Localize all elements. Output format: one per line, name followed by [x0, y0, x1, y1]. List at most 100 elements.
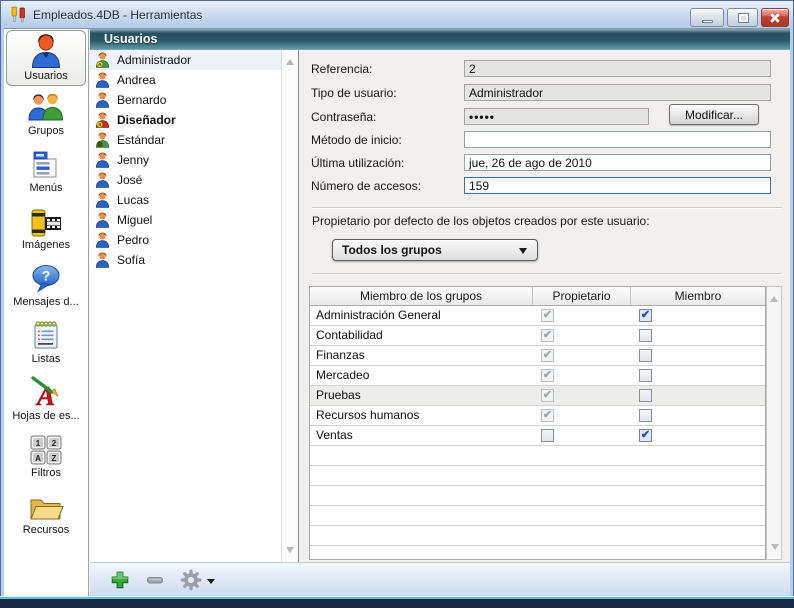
user-name: Pedro — [117, 233, 149, 247]
owner-group-dropdown[interactable]: Todos los grupos — [332, 239, 538, 261]
user-name: Lucas — [117, 193, 149, 207]
checkbox-miembro[interactable]: ✔ — [639, 309, 652, 322]
field-label: Referencia: — [311, 62, 372, 76]
field-label: Contraseña: — [311, 110, 376, 124]
remove-icon — [145, 570, 165, 593]
messages-icon: ? — [4, 257, 88, 295]
checkbox-propietario: ✔ — [541, 329, 554, 342]
remove-user-button[interactable] — [145, 570, 165, 593]
checkbox-propietario: ✔ — [541, 389, 554, 402]
sidebar-item-listas[interactable]: Listas — [4, 314, 88, 371]
group-name: Mercadeo — [310, 366, 533, 385]
user-blue-icon — [95, 232, 110, 248]
ultima-utilizacion-field[interactable]: jue, 26 de ago de 2010 — [464, 154, 771, 171]
tools-icon — [9, 6, 27, 23]
checkbox-miembro[interactable] — [639, 409, 652, 422]
sidebar-item-mensajes-d[interactable]: ?Mensajes d... — [4, 257, 88, 314]
gear-icon — [180, 569, 202, 594]
table-row-pruebas: Pruebas✔ — [310, 386, 765, 406]
svg-text:Z: Z — [52, 454, 57, 463]
window-title: Empleados.4DB - Herramientas — [33, 8, 202, 22]
groups-table-header: Miembro de los grupos Propietario Miembr… — [310, 287, 765, 306]
modificar-button[interactable]: Modificar... — [669, 104, 759, 125]
user-name: Bernardo — [117, 93, 166, 107]
checkbox-propietario[interactable] — [541, 429, 554, 442]
sidebar-item-hojas-de-es[interactable]: AHojas de es... — [4, 371, 88, 428]
actions-menu-button[interactable] — [180, 569, 215, 594]
form-row-metodo-de-inicio: Método de inicio: — [311, 131, 780, 149]
user-item-jose[interactable]: José — [90, 170, 298, 190]
user-item-administrador[interactable]: AAdministrador — [90, 50, 298, 70]
minimize-button[interactable] — [690, 8, 724, 27]
checkbox-miembro[interactable] — [639, 369, 652, 382]
metodo-de-inicio-field[interactable] — [464, 131, 771, 148]
table-row-empty — [310, 486, 765, 506]
table-row-recursos-humanos: Recursos humanos✔ — [310, 406, 765, 426]
user-name: José — [117, 173, 142, 187]
field-label: Método de inicio: — [311, 133, 402, 147]
add-user-button[interactable] — [110, 570, 130, 593]
svg-text:1: 1 — [36, 439, 41, 448]
numero-de-accesos-field[interactable]: 159 — [464, 177, 771, 194]
table-row-empty — [310, 546, 765, 560]
groups-table-body: Administración General✔✔Contabilidad✔Fin… — [310, 306, 765, 560]
groups-table-scrollbar[interactable] — [766, 286, 782, 560]
maximize-button[interactable] — [727, 8, 758, 27]
table-row-empty — [310, 446, 765, 466]
table-row-empty — [310, 466, 765, 486]
sidebar-item-grupos[interactable]: Grupos — [4, 86, 88, 143]
user-blue-icon — [95, 192, 110, 208]
checkbox-miembro[interactable]: ✔ — [639, 429, 652, 442]
section-header: Usuarios — [90, 29, 790, 50]
contrasena-field: ••••• — [464, 108, 649, 125]
form-row-tipo-de-usuario: Tipo de usuario:Administrador — [311, 84, 780, 102]
svg-text:2: 2 — [52, 439, 57, 448]
user-item-sofia[interactable]: Sofía — [90, 250, 298, 270]
minimize-icon — [702, 20, 713, 23]
users-icon — [7, 31, 85, 69]
scroll-up-icon[interactable] — [770, 292, 778, 302]
user-item-lucas[interactable]: Lucas — [90, 190, 298, 210]
groups-table: Miembro de los grupos Propietario Miembr… — [309, 286, 766, 560]
user-list: AAdministradorAndrea Bernardo SDiseñadorEs… — [90, 50, 298, 270]
footer-bar — [90, 562, 790, 596]
sidebar-item-menus[interactable]: Menús — [4, 143, 88, 200]
user-item-andrea[interactable]: Andrea — [90, 70, 298, 90]
user-item-jenny[interactable]: Jenny — [90, 150, 298, 170]
table-row-administracion-general: Administración General✔✔ — [310, 306, 765, 326]
sidebar-item-imagenes[interactable]: Imágenes — [4, 200, 88, 257]
scroll-down-icon[interactable] — [286, 547, 294, 557]
window-bottom-border — [0, 596, 794, 608]
scroll-up-icon[interactable] — [286, 55, 294, 65]
user-item-bernardo[interactable]: Bernardo — [90, 90, 298, 110]
checkbox-propietario: ✔ — [541, 309, 554, 322]
checkbox-propietario: ✔ — [541, 349, 554, 362]
user-standard-icon — [95, 132, 110, 148]
referencia-field: 2 — [464, 60, 771, 77]
user-item-estandar[interactable]: Estándar — [90, 130, 298, 150]
table-row-mercadeo: Mercadeo✔ — [310, 366, 765, 386]
titlebar: Empleados.4DB - Herramientas — [1, 1, 793, 28]
table-row-empty — [310, 526, 765, 546]
app-window: Empleados.4DB - Herramientas UsuariosGru… — [0, 0, 794, 608]
user-blue-icon — [95, 212, 110, 228]
checkbox-miembro[interactable] — [639, 329, 652, 342]
user-item-disenador[interactable]: SDiseñador — [90, 110, 298, 130]
close-button[interactable] — [761, 8, 789, 27]
scroll-down-icon[interactable] — [771, 544, 779, 554]
user-blue-icon — [95, 152, 110, 168]
column-header-member: Miembro — [631, 287, 765, 305]
checkbox-miembro[interactable] — [639, 389, 652, 402]
checkbox-miembro[interactable] — [639, 349, 652, 362]
images-icon — [4, 200, 88, 238]
sidebar-item-usuarios[interactable]: Usuarios — [6, 30, 86, 86]
sidebar-item-filtros[interactable]: 12AZFiltros — [4, 428, 88, 485]
separator — [312, 207, 782, 209]
sidebar-item-recursos[interactable]: Recursos — [4, 485, 88, 542]
svg-text:A: A — [35, 454, 41, 463]
user-item-miguel[interactable]: Miguel — [90, 210, 298, 230]
user-item-pedro[interactable]: Pedro — [90, 230, 298, 250]
table-row-empty — [310, 506, 765, 526]
user-list-scrollbar[interactable] — [281, 50, 298, 562]
form-row-ultima-utilizacion: Última utilización:jue, 26 de ago de 201… — [311, 154, 780, 172]
